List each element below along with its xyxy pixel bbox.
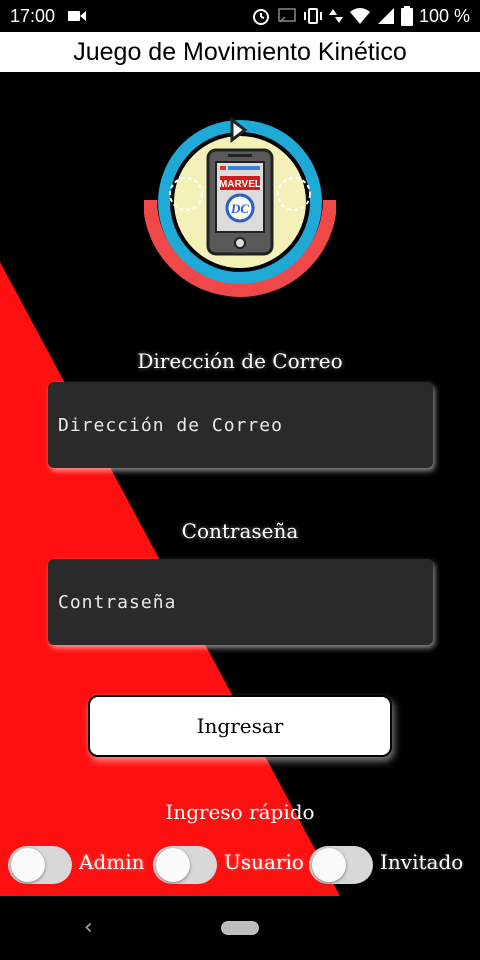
email-label: Dirección de Correo bbox=[137, 349, 343, 373]
toggle-knob bbox=[156, 848, 190, 882]
back-icon[interactable]: ‹ bbox=[84, 916, 102, 940]
admin-toggle[interactable] bbox=[8, 846, 72, 884]
status-bar: 17:00 100 % bbox=[0, 0, 480, 32]
toggle-knob bbox=[11, 848, 45, 882]
alarm-icon bbox=[251, 6, 271, 26]
admin-label: Admin bbox=[79, 850, 145, 874]
app-title: Juego de Movimiento Kinético bbox=[73, 37, 407, 66]
video-icon bbox=[67, 9, 87, 23]
battery-percent: 100 % bbox=[418, 5, 470, 26]
toggle-knob bbox=[312, 848, 346, 882]
password-label: Contraseña bbox=[181, 519, 299, 543]
email-field[interactable] bbox=[48, 382, 433, 468]
quick-login-title: Ingreso rápido bbox=[165, 800, 315, 824]
system-nav-bar: ‹ bbox=[0, 896, 480, 960]
app-title-bar: Juego de Movimiento Kinético bbox=[0, 32, 480, 72]
cast-icon bbox=[277, 7, 297, 25]
signal-icon bbox=[377, 7, 395, 25]
usuario-toggle[interactable] bbox=[153, 846, 217, 884]
login-screen: MARVEL DC Dirección de Correo Contraseña… bbox=[0, 72, 480, 896]
status-time: 17:00 bbox=[10, 5, 56, 26]
logo-marvel-text: MARVEL bbox=[219, 179, 261, 190]
invitado-label: Invitado bbox=[380, 850, 464, 874]
invitado-toggle[interactable] bbox=[309, 846, 373, 884]
password-field[interactable] bbox=[48, 559, 433, 645]
home-pill-button[interactable] bbox=[221, 921, 259, 935]
wifi-icon bbox=[349, 7, 371, 25]
usuario-label: Usuario bbox=[224, 850, 304, 874]
battery-icon bbox=[400, 6, 413, 26]
quick-login-options: Admin Usuario Invitado bbox=[0, 844, 480, 892]
login-button[interactable]: Ingresar bbox=[88, 695, 392, 757]
data-arrows-icon bbox=[328, 7, 343, 25]
logo-dc-text: DC bbox=[230, 201, 249, 216]
vibrate-icon bbox=[303, 7, 323, 25]
app-logo: MARVEL DC bbox=[144, 116, 336, 297]
